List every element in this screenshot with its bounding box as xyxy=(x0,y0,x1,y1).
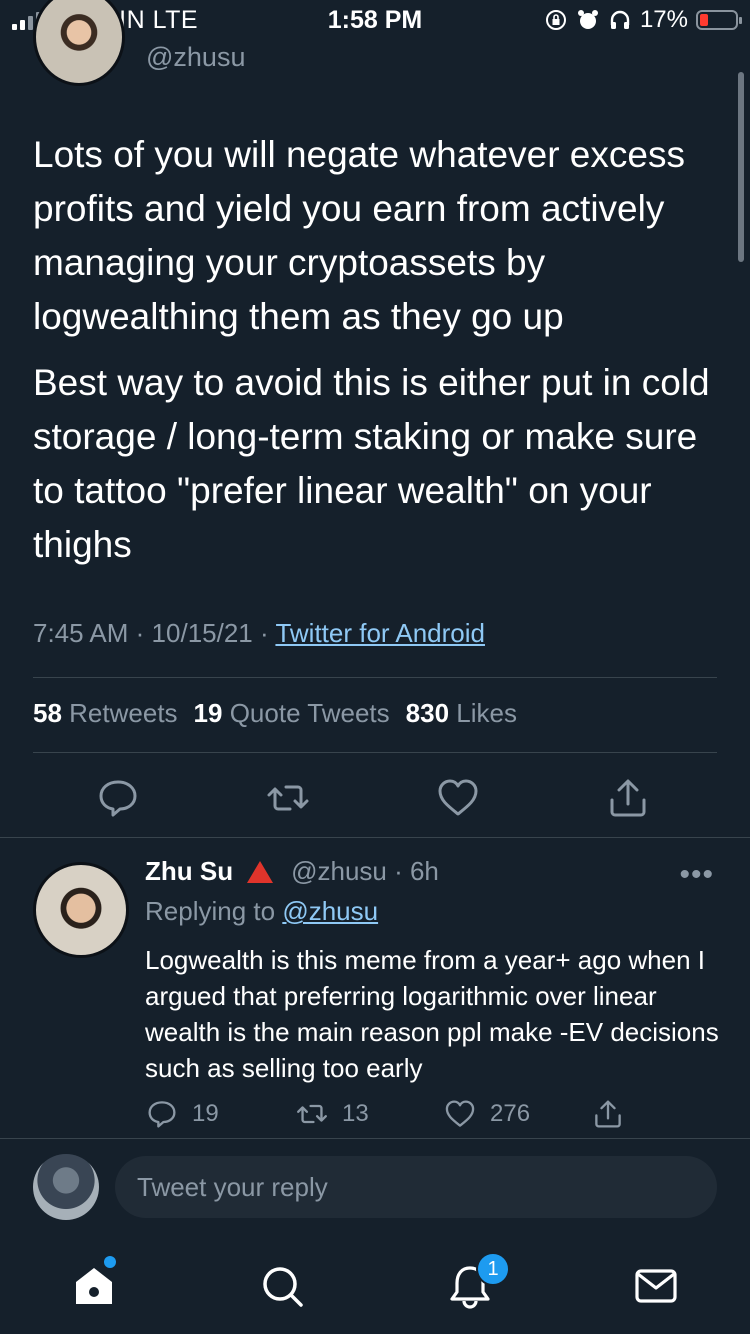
quotes-count: 19 xyxy=(193,698,223,728)
like-icon[interactable] xyxy=(436,776,480,820)
tweet-time: 7:45 AM xyxy=(33,618,129,648)
more-options-icon[interactable]: ••• xyxy=(679,858,714,892)
current-user-avatar[interactable] xyxy=(33,1154,99,1220)
scrollbar[interactable] xyxy=(738,72,744,262)
reply-retweet-button[interactable]: 13 xyxy=(296,1098,369,1130)
retweets-count: 58 xyxy=(33,698,62,728)
meta-separator: · xyxy=(135,618,145,648)
search-icon[interactable] xyxy=(258,1262,306,1310)
meta-separator: · xyxy=(260,618,269,648)
likes-label: Likes xyxy=(456,698,517,728)
headphones-icon xyxy=(610,10,630,29)
likes-count: 830 xyxy=(405,698,450,728)
reply-text: Logwealth is this meme from a year+ ago … xyxy=(145,945,719,1083)
alarm-icon xyxy=(577,10,598,29)
retweets-stat[interactable]: 58 Retweets xyxy=(33,698,178,729)
tweet-source-link[interactable]: Twitter for Android xyxy=(275,618,485,648)
reply-retweet-count: 13 xyxy=(342,1100,369,1127)
red-triangle-icon xyxy=(247,860,274,883)
retweet-icon[interactable] xyxy=(266,776,310,820)
retweet-icon xyxy=(297,1104,327,1124)
reply-author-avatar[interactable] xyxy=(33,862,129,958)
tweet-date: 10/15/21 xyxy=(151,618,253,648)
rotation-lock-icon xyxy=(545,10,566,30)
replying-prefix: Replying to xyxy=(145,896,276,926)
reply-reply-count: 19 xyxy=(192,1100,219,1127)
author-handle[interactable]: @zhusu xyxy=(146,42,245,73)
reply-action-bar: 19 13 276 xyxy=(0,1096,750,1136)
reply-icon xyxy=(148,1101,176,1128)
battery-percent: 17% xyxy=(639,6,688,33)
bottom-tab-bar: 1 xyxy=(0,1236,750,1334)
status-indicators: 17% xyxy=(544,6,742,34)
replying-to: Replying to @zhusu xyxy=(145,896,378,927)
divider xyxy=(33,752,717,753)
reply-compose-input[interactable] xyxy=(115,1156,717,1218)
tweet-text-paragraph-1: Lots of you will negate whatever excess … xyxy=(33,134,685,337)
reply-author-name[interactable]: Zhu Su xyxy=(145,856,233,887)
divider xyxy=(0,1138,750,1139)
tweet-action-bar xyxy=(0,770,750,824)
replying-to-link[interactable]: @zhusu xyxy=(282,896,378,926)
tweet-meta: 7:45 AM · 10/15/21 · Twitter for Android xyxy=(33,618,485,649)
likes-stat[interactable]: 830 Likes xyxy=(406,698,517,729)
reply-share-button[interactable] xyxy=(592,1098,624,1130)
author-avatar[interactable] xyxy=(33,0,125,86)
share-icon[interactable] xyxy=(606,776,650,820)
reply-icon[interactable] xyxy=(96,776,140,820)
reply-reply-button[interactable]: 19 xyxy=(146,1098,219,1130)
tweet-text-paragraph-2: Best way to avoid this is either put in … xyxy=(33,362,710,565)
quote-tweets-stat[interactable]: 19 Quote Tweets xyxy=(194,698,390,729)
home-icon[interactable] xyxy=(70,1262,118,1310)
home-new-dot xyxy=(104,1256,116,1268)
retweets-label: Retweets xyxy=(69,698,178,728)
notifications-badge: 1 xyxy=(476,1252,510,1286)
reply-handle-time[interactable]: @zhusu · 6h xyxy=(291,856,439,887)
tweet-stats: 58 Retweets 19 Quote Tweets 830 Likes xyxy=(33,698,517,729)
messages-mail-icon[interactable] xyxy=(632,1262,680,1310)
share-icon xyxy=(595,1100,621,1128)
tweet-detail-screen: VIRGIN LTE 1:58 PM 17% @zhusu Lots of yo… xyxy=(0,0,750,1334)
reply-like-button[interactable]: 276 xyxy=(444,1098,530,1130)
quotes-label: Quote Tweets xyxy=(229,698,390,728)
battery-icon xyxy=(696,10,742,30)
divider xyxy=(0,837,750,838)
like-icon xyxy=(445,1100,475,1127)
reply-like-count: 276 xyxy=(490,1100,531,1127)
reply-header: Zhu Su @zhusu · 6h xyxy=(145,856,439,887)
divider xyxy=(33,677,717,678)
